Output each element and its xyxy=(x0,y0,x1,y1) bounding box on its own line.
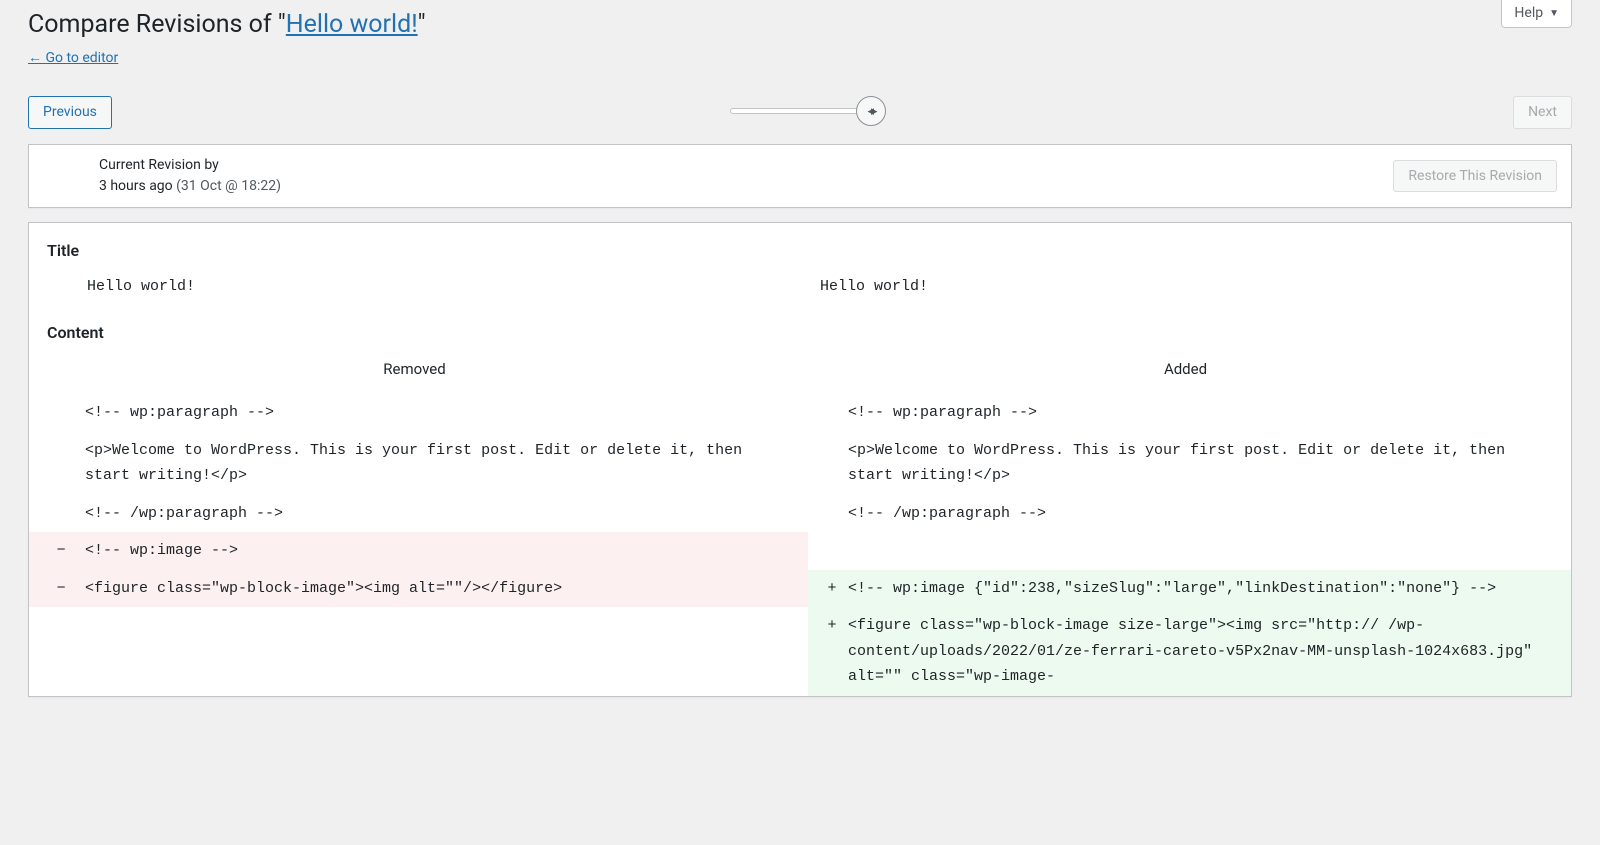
diff-sign-left: − xyxy=(29,532,81,570)
previous-button[interactable]: Previous xyxy=(28,96,112,129)
revision-nav: Previous ◂▸ Next xyxy=(28,96,1572,134)
next-button: Next xyxy=(1513,96,1572,129)
diff-sign-right xyxy=(808,532,844,570)
diff-container: Title Hello world! Hello world! Content … xyxy=(28,222,1572,697)
diff-cell-left: <!-- wp:paragraph --> xyxy=(81,394,808,432)
diff-sign-left xyxy=(29,607,81,696)
diff-row: <!-- wp:paragraph --> <!-- wp:paragraph -… xyxy=(29,394,1571,432)
restore-revision-button: Restore This Revision xyxy=(1393,160,1557,192)
diff-cell-right: <!-- wp:image {"id":238,"sizeSlug":"larg… xyxy=(844,570,1571,608)
slider-handle-icon: ◂▸ xyxy=(867,104,874,119)
back-to-editor-link[interactable]: ← Go to editor xyxy=(28,49,118,66)
revision-slider[interactable]: ◂▸ xyxy=(730,106,870,116)
diff-row: −<!-- wp:image --> xyxy=(29,532,1571,570)
diff-sign-left xyxy=(29,394,81,432)
diff-cell-left: <p>Welcome to WordPress. This is your fi… xyxy=(81,432,808,495)
diff-cell-right xyxy=(844,532,1571,570)
post-title-link[interactable]: Hello world! xyxy=(286,10,418,39)
diff-sign-right xyxy=(808,432,844,495)
title-right: Hello world! xyxy=(800,278,1571,295)
added-column-header: Added xyxy=(800,360,1571,378)
diff-sign-right: + xyxy=(808,570,844,608)
chevron-down-icon: ▼ xyxy=(1549,8,1559,19)
diff-table: <!-- wp:paragraph --> <!-- wp:paragraph -… xyxy=(29,394,1571,696)
revision-meta-text: Current Revision by 3 hours ago (31 Oct … xyxy=(99,155,281,197)
diff-cell-right: <!-- wp:paragraph --> xyxy=(844,394,1571,432)
diff-cell-left: <!-- wp:image --> xyxy=(81,532,808,570)
diff-cell-right: <!-- /wp:paragraph --> xyxy=(844,495,1571,533)
page-title: Compare Revisions of "Hello world!" xyxy=(28,0,1572,39)
revision-author-line: Current Revision by xyxy=(99,155,281,176)
diff-row: <!-- /wp:paragraph --> <!-- /wp:paragraph… xyxy=(29,495,1571,533)
diff-cell-left xyxy=(81,607,808,696)
diff-row: −<figure class="wp-block-image"><img alt… xyxy=(29,570,1571,608)
diff-sign-left: − xyxy=(29,570,81,608)
diff-sign-right xyxy=(808,394,844,432)
page-title-prefix: Compare Revisions of " xyxy=(28,10,286,39)
diff-sign-right xyxy=(808,495,844,533)
revision-timestamp: (31 Oct @ 18:22) xyxy=(173,178,281,194)
help-tab[interactable]: Help ▼ xyxy=(1501,0,1572,28)
revision-meta-bar: Current Revision by 3 hours ago (31 Oct … xyxy=(28,144,1572,208)
removed-column-header: Removed xyxy=(29,360,800,378)
diff-sign-right: + xyxy=(808,607,844,696)
diff-row: <p>Welcome to WordPress. This is your fi… xyxy=(29,432,1571,495)
diff-cell-right: <p>Welcome to WordPress. This is your fi… xyxy=(844,432,1571,495)
help-label: Help xyxy=(1514,5,1543,21)
title-section-heading: Title xyxy=(47,241,1571,260)
diff-cell-right: <figure class="wp-block-image size-large… xyxy=(844,607,1571,696)
title-diff-row: Hello world! Hello world! xyxy=(29,278,1571,295)
revision-ago: 3 hours ago xyxy=(99,178,173,194)
diff-cell-left: <!-- /wp:paragraph --> xyxy=(81,495,808,533)
content-section-heading: Content xyxy=(47,323,1571,342)
diff-sign-left xyxy=(29,495,81,533)
diff-sign-left xyxy=(29,432,81,495)
content-diff-header: Removed Added xyxy=(29,360,1571,378)
diff-cell-left: <figure class="wp-block-image"><img alt=… xyxy=(81,570,808,608)
diff-row: +<figure class="wp-block-image size-larg… xyxy=(29,607,1571,696)
slider-track xyxy=(730,108,870,114)
title-left: Hello world! xyxy=(29,278,800,295)
page-title-suffix: " xyxy=(418,10,426,39)
slider-handle[interactable]: ◂▸ xyxy=(856,96,886,126)
